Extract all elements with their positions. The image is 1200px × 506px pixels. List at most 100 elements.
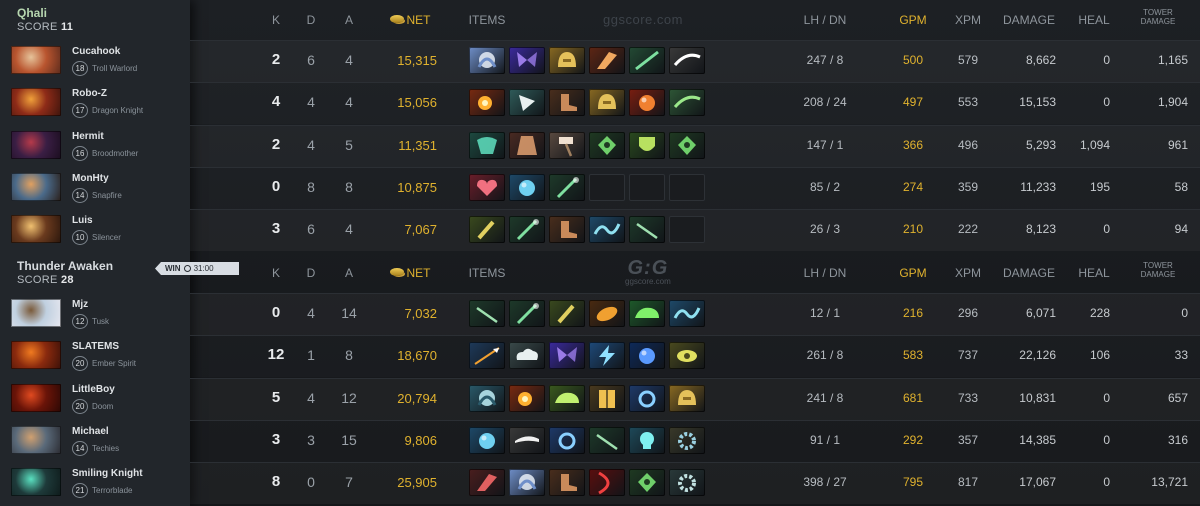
eye-icon[interactable] — [669, 342, 705, 370]
skadi-icon[interactable] — [509, 469, 545, 497]
gpm-header: GPM — [899, 266, 927, 280]
wand-icon[interactable] — [549, 300, 585, 327]
player-card[interactable]: SLATEMS 20 Ember Spirit — [0, 335, 190, 377]
hero-level: 14 — [72, 187, 88, 203]
player-card[interactable]: LittleBoy 20 Doom — [0, 378, 190, 420]
healing: 0 — [1103, 475, 1110, 490]
player-card[interactable]: Robo-Z 17 Dragon Knight — [0, 82, 190, 124]
net-worth: 11,351 — [398, 137, 437, 153]
xpm: 359 — [957, 179, 979, 194]
player-name[interactable]: LittleBoy — [72, 384, 115, 395]
skadi-icon[interactable] — [469, 47, 505, 74]
last-hits-denies: 247 / 8 — [806, 53, 844, 67]
ring-icon[interactable] — [629, 384, 665, 412]
player-card[interactable]: Smiling Knight 21 Terrorblade — [0, 462, 190, 504]
player-name[interactable]: Michael — [72, 426, 109, 437]
xpm: 296 — [957, 306, 979, 320]
helmet-icon[interactable] — [589, 89, 625, 117]
player-name[interactable]: Cucahook — [72, 46, 120, 57]
slipper-icon[interactable] — [629, 300, 665, 327]
player-card[interactable]: MonHty 14 Snapfire — [0, 167, 190, 209]
hammer-icon[interactable] — [549, 131, 585, 159]
player-name[interactable]: Hermit — [72, 131, 104, 142]
claw-icon[interactable] — [589, 47, 625, 74]
axe-icon[interactable] — [509, 89, 545, 117]
player-name[interactable]: Robo-Z — [72, 88, 107, 99]
scythe-icon[interactable] — [669, 47, 705, 74]
lightning-icon[interactable] — [589, 342, 625, 370]
feather-icon[interactable] — [589, 300, 625, 327]
blade-icon[interactable] — [509, 426, 545, 454]
xpm: 496 — [957, 137, 979, 152]
player-name[interactable]: MonHty — [72, 173, 109, 184]
amulet-icon[interactable] — [589, 131, 625, 159]
spear-icon[interactable] — [469, 342, 505, 370]
helmet-icon[interactable] — [549, 47, 585, 74]
boots-icon[interactable] — [549, 89, 585, 117]
skadi-icon[interactable] — [469, 384, 505, 412]
ring-icon[interactable] — [549, 426, 585, 454]
stick-icon[interactable] — [629, 216, 665, 244]
watermark-text: ggscore.com — [603, 12, 683, 27]
player-name[interactable]: Luis — [72, 215, 93, 226]
player-name[interactable]: Smiling Knight — [72, 468, 143, 479]
radiance-icon[interactable] — [469, 89, 505, 117]
wave-icon[interactable] — [589, 216, 625, 244]
hero-damage: 17,067 — [1019, 475, 1056, 490]
player-card[interactable]: Mjz 12 Tusk — [0, 293, 190, 335]
stick-icon[interactable] — [589, 426, 625, 454]
last-hits-denies: 261 / 8 — [806, 348, 844, 363]
heart-icon[interactable] — [469, 173, 505, 201]
sword-icon[interactable] — [629, 47, 665, 74]
staff-icon[interactable] — [549, 173, 585, 201]
cape-icon[interactable] — [509, 131, 545, 159]
amulet-icon[interactable] — [629, 469, 665, 497]
cloud-icon[interactable] — [509, 342, 545, 370]
orb-icon[interactable] — [469, 426, 505, 454]
heal-header: HEAL — [1078, 266, 1110, 280]
player-card[interactable]: Hermit 16 Broodmother — [0, 125, 190, 167]
orb-icon[interactable] — [509, 173, 545, 201]
gpm: 681 — [902, 390, 924, 405]
butterfly-icon[interactable] — [509, 47, 545, 74]
stick-icon[interactable] — [469, 300, 505, 327]
player-name[interactable]: SLATEMS — [72, 341, 119, 352]
healing: 0 — [1103, 95, 1110, 110]
wave-icon[interactable] — [669, 300, 705, 327]
scythe-icon[interactable] — [669, 89, 705, 117]
player-name[interactable]: Mjz — [72, 299, 88, 310]
skull-icon[interactable] — [629, 426, 665, 454]
book-icon[interactable] — [589, 384, 625, 412]
staff-icon[interactable] — [509, 216, 545, 244]
boots-icon[interactable] — [549, 469, 585, 497]
staff-icon[interactable] — [509, 300, 545, 327]
player-card[interactable]: Luis 10 Silencer — [0, 209, 190, 251]
butterfly-icon[interactable] — [549, 342, 585, 370]
amulet-icon[interactable] — [669, 131, 705, 159]
radiance-icon[interactable] — [509, 384, 545, 412]
mask-icon[interactable] — [469, 131, 505, 159]
kills: 4 — [271, 93, 281, 111]
boots-icon[interactable] — [549, 216, 585, 244]
deaths: 4 — [307, 305, 315, 321]
gear-icon[interactable] — [669, 469, 705, 497]
player-card[interactable]: Michael 14 Techies — [0, 420, 190, 462]
shield-icon[interactable] — [629, 131, 665, 159]
orb-icon[interactable] — [629, 342, 665, 370]
slipper-icon[interactable] — [549, 384, 585, 412]
deaths: 1 — [307, 347, 315, 364]
bow-icon[interactable] — [589, 469, 625, 497]
claw-icon[interactable] — [469, 469, 505, 497]
hero-name: Terrorblade — [92, 486, 133, 496]
orb-icon[interactable] — [629, 89, 665, 117]
net-worth: 7,032 — [404, 306, 437, 321]
empty-slot — [589, 173, 625, 201]
net-worth: 15,056 — [397, 95, 437, 111]
hero-damage: 11,233 — [1020, 179, 1056, 194]
row-divider — [190, 419, 1200, 421]
player-card[interactable]: Cucahook 18 Troll Warlord — [0, 40, 190, 82]
gear-icon[interactable] — [669, 426, 705, 454]
helmet-icon[interactable] — [669, 384, 705, 412]
wand-icon[interactable] — [469, 216, 505, 244]
scoreboard: Qhali SCORE 11 Cucahook 18 Troll Warlord Robo… — [0, 0, 1200, 506]
